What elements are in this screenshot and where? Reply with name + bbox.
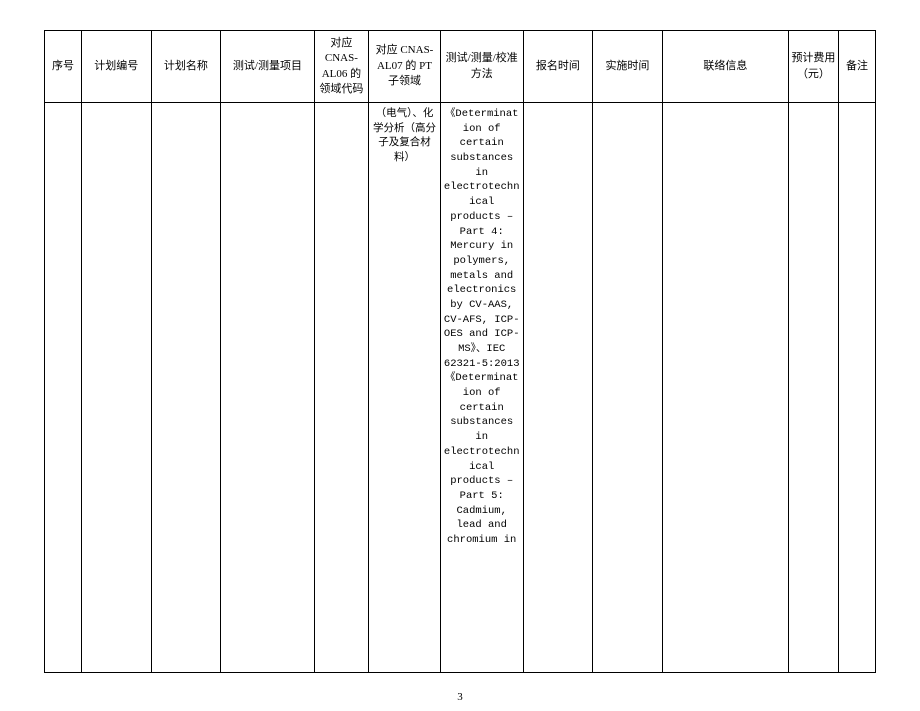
header-cost: 预计费用（元） [788,31,838,103]
header-impl-time: 实施时间 [593,31,663,103]
cell-test-item [221,103,315,673]
cell-plan-name [151,103,221,673]
header-plan-name: 计划名称 [151,31,221,103]
header-al06: 对应 CNAS-AL06 的领域代码 [314,31,368,103]
cell-impl-time [593,103,663,673]
cell-contact [662,103,788,673]
cell-al06 [314,103,368,673]
header-remark: 备注 [838,31,875,103]
table-header-row: 序号 计划编号 计划名称 测试/测量项目 对应 CNAS-AL06 的领域代码 … [45,31,876,103]
header-contact: 联络信息 [662,31,788,103]
cell-cost [788,103,838,673]
cell-remark [838,103,875,673]
cell-al07: （电气）、化学分析（高分子及复合材料） [369,103,441,673]
header-signup-time: 报名时间 [523,31,593,103]
data-table: 序号 计划编号 计划名称 测试/测量项目 对应 CNAS-AL06 的领域代码 … [44,30,876,673]
cell-seq [45,103,82,673]
header-seq: 序号 [45,31,82,103]
cell-method: 《Determination of certain substances in … [440,103,523,673]
cell-signup-time [523,103,593,673]
header-test-item: 测试/测量项目 [221,31,315,103]
header-al07: 对应 CNAS-AL07 的 PT 子领域 [369,31,441,103]
page-number: 3 [0,691,920,703]
cell-plan-code [81,103,151,673]
header-method: 测试/测量/校准方法 [440,31,523,103]
table-row: （电气）、化学分析（高分子及复合材料） 《Determination of ce… [45,103,876,673]
header-plan-code: 计划编号 [81,31,151,103]
